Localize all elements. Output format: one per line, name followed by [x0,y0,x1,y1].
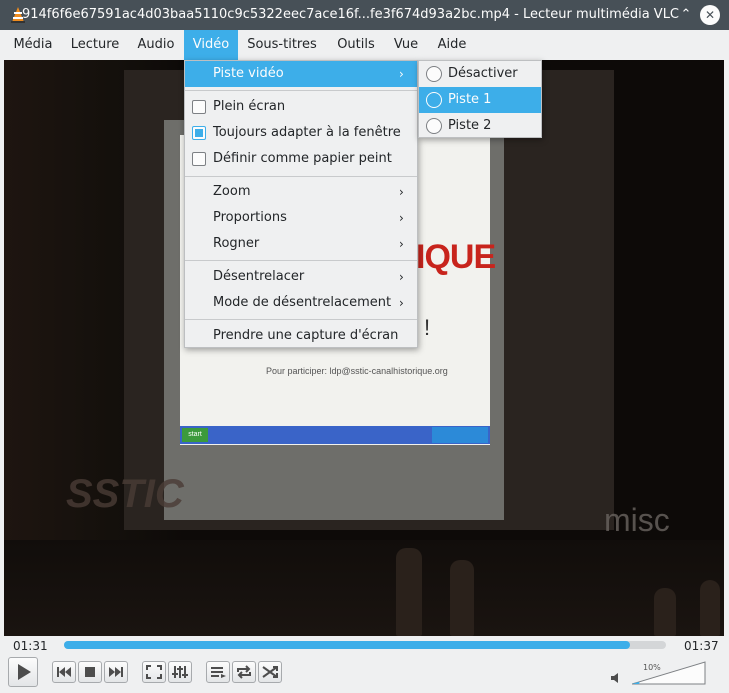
submenu-arrow-icon: › [399,296,404,310]
title-bar: 914f6f6e67591ac4d03baa5110c9c5322eec7ace… [0,0,729,30]
checkbox-unchecked-icon [192,100,206,114]
submenu-arrow-icon: › [399,211,404,225]
menu-item-papier-peint[interactable]: Définir comme papier peint [185,146,417,172]
radio-icon [426,118,442,134]
track-option-piste-1[interactable]: Piste 1 [419,87,541,113]
projected-start-button: start [182,428,208,442]
menu-separator [185,319,417,320]
video-menu-dropdown: Piste vidéo › Plein écran Toujours adapt… [184,60,418,348]
menu-item-label: Plein écran [213,99,286,114]
slide-footer-text: Pour participer: ldp@sstic-canalhistoriq… [266,366,448,376]
speaker-figure [450,560,474,636]
seek-bar[interactable] [64,641,666,649]
extended-settings-button[interactable] [168,661,192,683]
speaker-figure [396,548,422,636]
audience-figure [700,580,720,636]
elapsed-time: 01:31 [13,639,48,653]
track-option-label: Piste 1 [448,92,492,107]
menu-item-capture-ecran[interactable]: Prendre une capture d'écran [185,323,417,349]
menu-media[interactable]: Média [6,30,60,60]
previous-button[interactable] [52,661,76,683]
radio-icon [426,92,442,108]
menu-audio[interactable]: Audio [130,30,182,60]
seek-progress [64,641,630,649]
menu-vue[interactable]: Vue [388,30,424,60]
submenu-arrow-icon: › [399,185,404,199]
track-option-desactiver[interactable]: Désactiver [419,61,541,87]
menu-item-toujours-adapter[interactable]: Toujours adapter à la fenêtre [185,120,417,146]
minimize-button[interactable]: ⌃ [676,5,696,25]
menu-item-plein-ecran[interactable]: Plein écran [185,94,417,120]
skip-back-icon [57,667,71,677]
stop-icon [85,667,95,677]
menu-item-rogner[interactable]: Rogner › [185,231,417,257]
fullscreen-button[interactable] [142,661,166,683]
play-icon [18,664,31,680]
menu-aide[interactable]: Aide [428,30,476,60]
menu-item-label: Prendre une capture d'écran [213,328,399,343]
speaker-icon[interactable] [610,672,620,684]
submenu-arrow-icon: › [399,270,404,284]
menu-outils[interactable]: Outils [326,30,386,60]
playlist-button[interactable] [206,661,230,683]
fullscreen-icon [146,665,162,679]
menu-item-mode-desentrelacement[interactable]: Mode de désentrelacement › [185,290,417,316]
menu-item-zoom[interactable]: Zoom › [185,179,417,205]
menu-item-label: Proportions [213,210,287,225]
submenu-arrow-icon: › [399,237,404,251]
video-track-submenu: Désactiver Piste 1 Piste 2 [418,60,542,138]
track-option-label: Désactiver [448,66,518,81]
skip-forward-icon [109,667,123,677]
menu-item-label: Rogner [213,236,260,251]
radio-icon [426,66,442,82]
slide-exclamation: ! [424,315,431,340]
stage-floor [4,540,724,636]
playlist-icon [211,667,226,678]
playback-controls: 01:31 01:37 10% [0,636,729,693]
projected-tray [432,427,488,443]
menu-item-label: Désentrelacer [213,269,305,284]
checkbox-unchecked-icon [192,152,206,166]
menu-sous-titres[interactable]: Sous-titres [240,30,324,60]
menu-separator [185,260,417,261]
loop-button[interactable] [232,661,256,683]
menu-separator [185,90,417,91]
loop-icon [237,665,251,679]
play-button[interactable] [8,657,38,687]
shuffle-button[interactable] [258,661,282,683]
shuffle-icon [262,666,278,678]
volume-percent: 10% [643,663,661,672]
next-button[interactable] [104,661,128,683]
menu-video[interactable]: Vidéo [184,30,238,60]
menu-lecture[interactable]: Lecture [62,30,128,60]
checkbox-checked-icon [192,126,206,140]
audience-figure [654,588,676,636]
menu-item-label: Toujours adapter à la fenêtre [213,125,401,140]
stop-button[interactable] [78,661,102,683]
menu-item-piste-video[interactable]: Piste vidéo › [185,61,417,87]
menu-separator [185,176,417,177]
menu-item-label: Zoom [213,184,251,199]
window-title: 914f6f6e67591ac4d03baa5110c9c5322eec7ace… [21,7,680,22]
total-time: 01:37 [684,639,719,653]
menu-item-label: Mode de désentrelacement [213,295,392,310]
track-option-label: Piste 2 [448,118,492,133]
menu-item-label: Piste vidéo [213,66,284,81]
equalizer-icon [172,666,188,678]
submenu-arrow-icon: › [399,67,404,81]
menu-item-proportions[interactable]: Proportions › [185,205,417,231]
menu-item-desentrelacer[interactable]: Désentrelacer › [185,264,417,290]
slide-heading: IQUE [416,238,496,276]
menu-bar: Média Lecture Audio Vidéo Sous-titres Ou… [0,30,729,60]
sstic-logo: SSTIC [66,472,184,516]
close-button[interactable]: ✕ [700,5,720,25]
track-option-piste-2[interactable]: Piste 2 [419,113,541,139]
misc-logo: misc [604,502,670,538]
menu-item-label: Définir comme papier peint [213,151,392,166]
